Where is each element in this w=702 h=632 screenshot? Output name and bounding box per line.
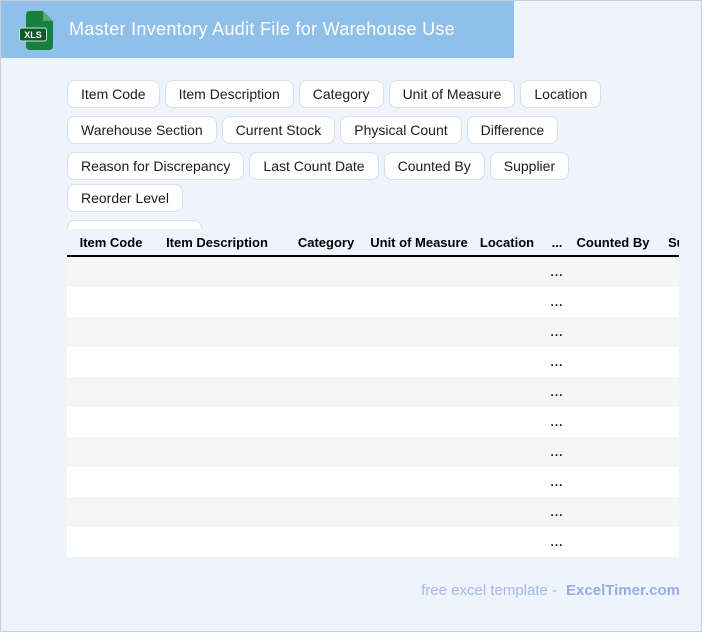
row-more-ellipsis: ... bbox=[550, 445, 564, 459]
row-more-ellipsis: ... bbox=[550, 265, 564, 279]
chip-reason-for-discrepancy[interactable]: Reason for Discrepancy bbox=[67, 152, 245, 180]
table-row: ... bbox=[67, 347, 679, 377]
chip-reorder-level[interactable]: Reorder Level bbox=[67, 184, 183, 212]
chip-counted-by[interactable]: Counted By bbox=[383, 152, 485, 180]
table-row: ... bbox=[67, 527, 679, 557]
column-header-more: ... bbox=[551, 235, 563, 250]
chip-item-description[interactable]: Item Description bbox=[164, 80, 294, 108]
column-header-item-description: Item Description bbox=[166, 235, 268, 250]
table-row: ... bbox=[67, 287, 679, 317]
title-banner: XLS Master Inventory Audit File for Ware… bbox=[1, 1, 514, 58]
chip-difference[interactable]: Difference bbox=[466, 116, 559, 144]
table-row: ... bbox=[67, 497, 679, 527]
row-more-ellipsis: ... bbox=[550, 505, 564, 519]
row-more-ellipsis: ... bbox=[550, 385, 564, 399]
row-more-ellipsis: ... bbox=[550, 295, 564, 309]
inventory-preview-table: Item Code Item Description Category Unit… bbox=[67, 229, 679, 557]
chip-unit-of-measure[interactable]: Unit of Measure bbox=[388, 80, 516, 108]
table-row: ... bbox=[67, 257, 679, 287]
chip-category[interactable]: Category bbox=[298, 80, 384, 108]
row-more-ellipsis: ... bbox=[550, 535, 564, 549]
chip-current-stock[interactable]: Current Stock bbox=[221, 116, 336, 144]
footer: free excel template - ExcelTimer.com bbox=[421, 582, 680, 599]
xls-file-icon: XLS bbox=[19, 10, 53, 50]
chip-physical-count[interactable]: Physical Count bbox=[340, 116, 462, 144]
table-row: ... bbox=[67, 437, 679, 467]
row-more-ellipsis: ... bbox=[550, 475, 564, 489]
column-header-supplier: Supplier bbox=[668, 235, 679, 250]
chip-warehouse-section[interactable]: Warehouse Section bbox=[67, 116, 217, 144]
chip-item-code[interactable]: Item Code bbox=[67, 80, 160, 108]
column-header-location: Location bbox=[479, 235, 535, 250]
column-header-unit-of-measure: Unit of Measure bbox=[370, 235, 468, 250]
table-header-row: Item Code Item Description Category Unit… bbox=[67, 229, 679, 257]
row-more-ellipsis: ... bbox=[550, 355, 564, 369]
footer-brand-link[interactable]: ExcelTimer.com bbox=[566, 582, 680, 599]
table-row: ... bbox=[67, 407, 679, 437]
column-header-counted-by: Counted By bbox=[576, 235, 650, 250]
table-row: ... bbox=[67, 467, 679, 497]
xls-badge-label: XLS bbox=[24, 30, 42, 40]
chip-location[interactable]: Location bbox=[520, 80, 602, 108]
column-header-category: Category bbox=[297, 235, 355, 250]
page-title: Master Inventory Audit File for Warehous… bbox=[69, 19, 455, 39]
template-preview-page: XLS Master Inventory Audit File for Ware… bbox=[0, 0, 702, 632]
chip-last-count-date[interactable]: Last Count Date bbox=[249, 152, 379, 180]
row-more-ellipsis: ... bbox=[550, 325, 564, 339]
table-row: ... bbox=[67, 317, 679, 347]
column-header-item-code: Item Code bbox=[79, 235, 143, 250]
table-row: ... bbox=[67, 377, 679, 407]
table-body: ... ... ... ... ... ... ... ... ... ... bbox=[67, 257, 679, 557]
footer-tagline: free excel template - bbox=[421, 582, 558, 599]
row-more-ellipsis: ... bbox=[550, 415, 564, 429]
field-chip-list: Item Code Item Description Category Unit… bbox=[67, 80, 689, 248]
chip-supplier[interactable]: Supplier bbox=[489, 152, 570, 180]
